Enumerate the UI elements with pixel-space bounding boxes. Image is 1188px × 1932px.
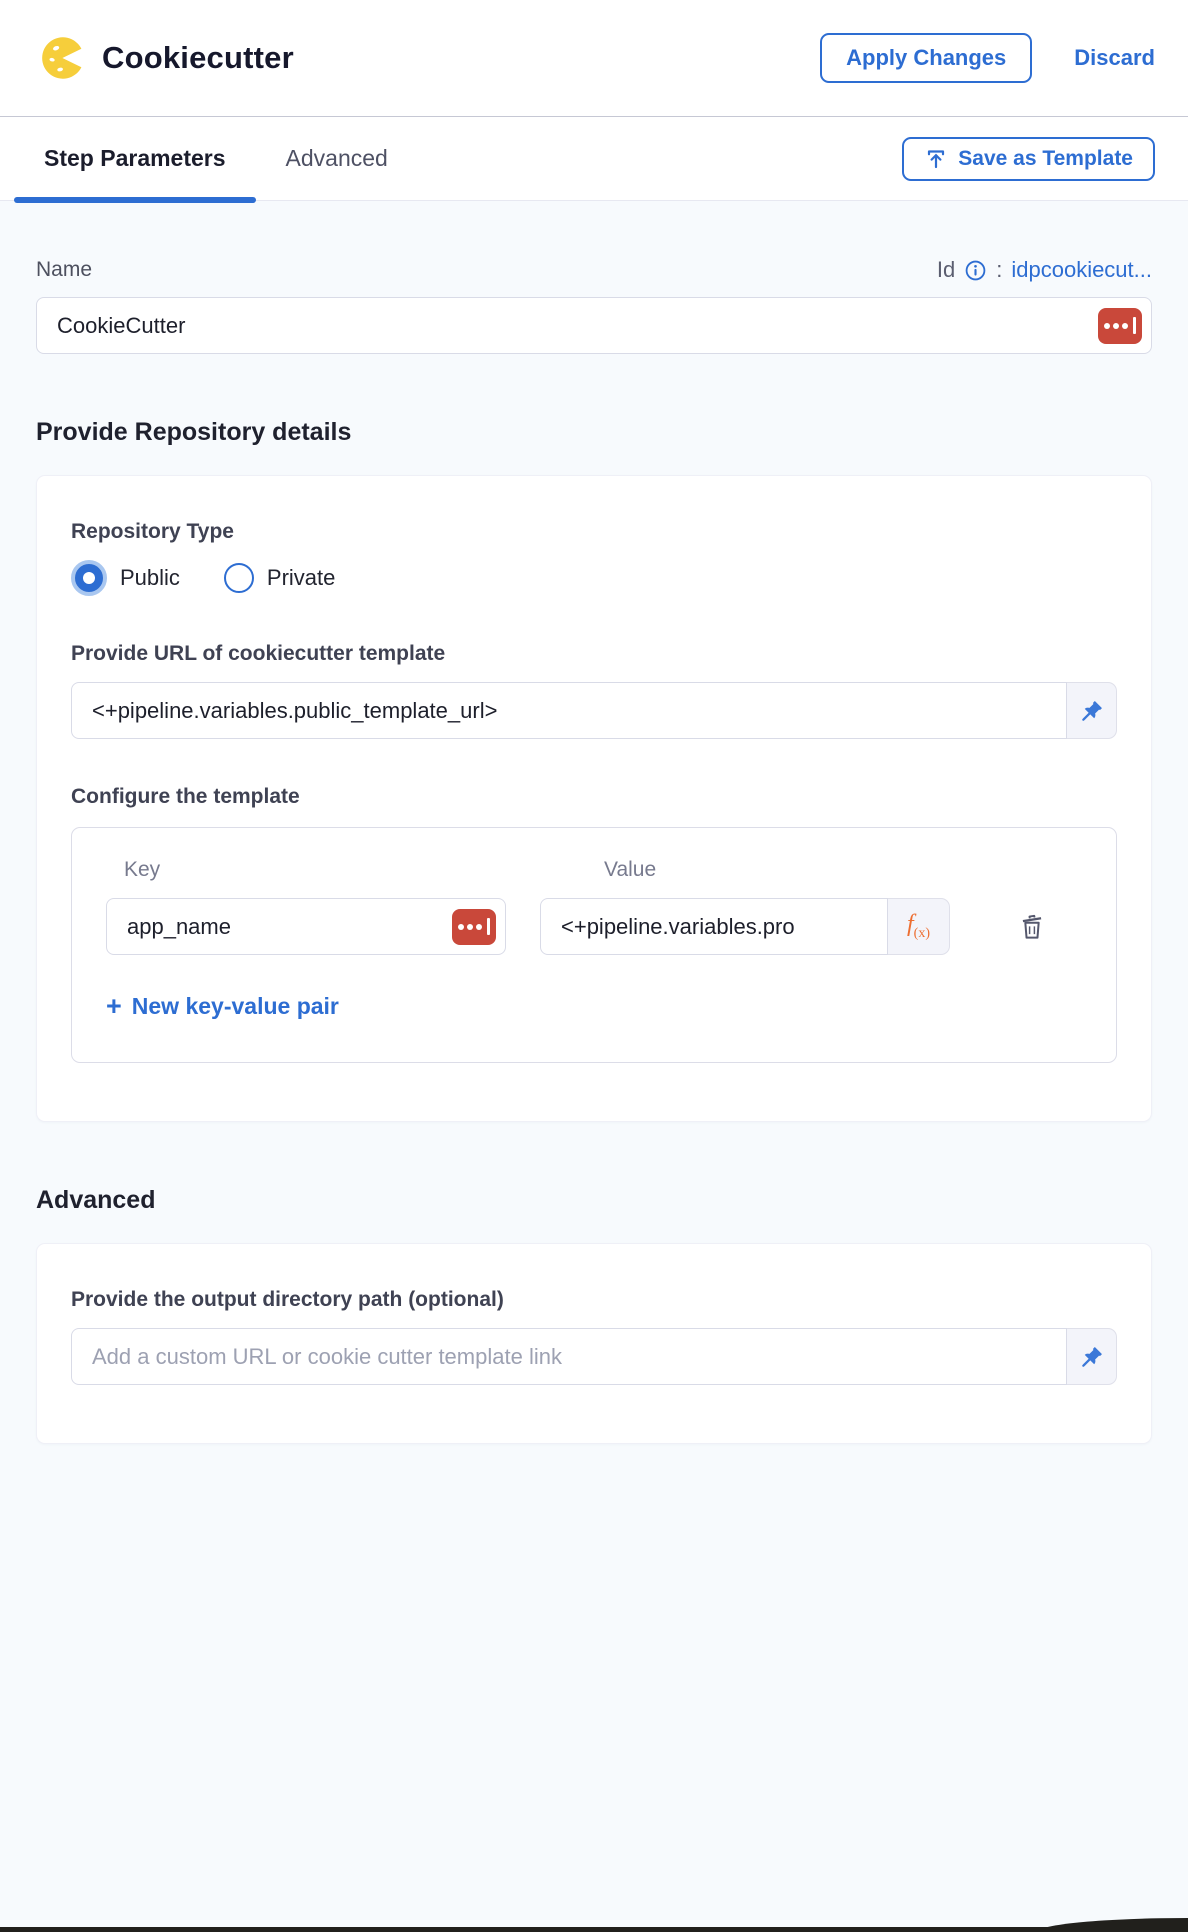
output-directory-input[interactable] (71, 1328, 1067, 1385)
configure-template-label: Configure the template (71, 785, 1117, 809)
repository-details-card: Repository Type Public Private Provide U… (36, 475, 1152, 1122)
info-icon[interactable] (964, 259, 987, 282)
template-url-input[interactable] (71, 682, 1067, 739)
id-value-link[interactable]: idpcookiecut... (1011, 257, 1152, 283)
advanced-heading: Advanced (36, 1186, 1152, 1215)
kv-value-wrap: f(x) (540, 898, 950, 955)
page-title: Cookiecutter (102, 40, 294, 76)
apply-changes-button[interactable]: Apply Changes (820, 33, 1032, 83)
header: Cookiecutter Apply Changes Discard (0, 0, 1188, 117)
upload-icon (924, 147, 948, 171)
template-url-label: Provide URL of cookiecutter template (71, 642, 1117, 666)
badge-dot (1113, 323, 1119, 329)
add-key-value-label: New key-value pair (132, 993, 339, 1020)
key-column-header: Key (106, 858, 540, 882)
tab-advanced[interactable]: Advanced (256, 117, 418, 200)
kv-key-wrap (106, 898, 506, 955)
name-row: Name Id : idpcookiecut... (36, 257, 1152, 283)
value-column-header: Value (540, 858, 656, 882)
bottom-edge (0, 1927, 1188, 1932)
id-row: Id : idpcookiecut... (937, 257, 1152, 283)
pin-value-button[interactable] (1067, 1328, 1117, 1385)
save-as-template-label: Save as Template (958, 147, 1133, 171)
name-label: Name (36, 258, 92, 282)
name-input[interactable] (36, 297, 1152, 354)
tab-bar: Step Parameters Advanced Save as Templat… (0, 117, 1188, 201)
radio-public-dot (71, 560, 107, 596)
badge-cursor (1133, 317, 1136, 334)
key-value-headers: Key Value (106, 858, 1082, 882)
fixed-value-badge[interactable] (1098, 308, 1142, 344)
kv-value-input[interactable] (540, 898, 888, 955)
badge-dot (476, 924, 482, 930)
trash-icon (1016, 911, 1048, 943)
fixed-value-badge[interactable] (452, 909, 496, 945)
template-url-group (71, 682, 1117, 739)
delete-row-button[interactable] (1016, 911, 1048, 943)
advanced-card: Provide the output directory path (optio… (36, 1243, 1152, 1444)
repository-details-heading: Provide Repository details (36, 418, 1152, 447)
name-input-wrap (36, 297, 1152, 354)
step-parameters-content: Name Id : idpcookiecut... Pro (0, 257, 1188, 1444)
radio-public[interactable]: Public (71, 560, 180, 596)
badge-dot (1122, 323, 1128, 329)
key-value-box: Key Value (71, 827, 1117, 1063)
add-key-value-button[interactable]: + New key-value pair (106, 993, 339, 1020)
save-as-template-button[interactable]: Save as Template (902, 137, 1155, 181)
kv-key-input[interactable] (106, 898, 506, 955)
output-directory-label: Provide the output directory path (optio… (71, 1288, 1117, 1312)
badge-cursor (487, 918, 490, 935)
radio-private-dot (224, 563, 254, 593)
badge-dot (458, 924, 464, 930)
step-config-panel: Cookiecutter Apply Changes Discard Step … (0, 0, 1188, 1932)
output-directory-group (71, 1328, 1117, 1385)
discard-button[interactable]: Discard (1074, 45, 1155, 71)
key-value-row: f(x) (106, 898, 1082, 955)
tab-step-parameters[interactable]: Step Parameters (14, 117, 256, 200)
id-label: Id (937, 257, 955, 283)
cookie-icon (40, 35, 86, 81)
expression-button[interactable]: f(x) (888, 898, 950, 955)
badge-dot (467, 924, 473, 930)
fx-icon: f(x) (907, 911, 930, 942)
pin-icon (1079, 698, 1105, 724)
plus-icon: + (106, 993, 122, 1020)
radio-public-label: Public (120, 565, 180, 591)
radio-private-label: Private (267, 565, 335, 591)
pin-icon (1079, 1344, 1105, 1370)
id-separator: : (996, 257, 1002, 283)
repository-type-radios: Public Private (71, 560, 1117, 596)
pin-value-button[interactable] (1067, 682, 1117, 739)
repository-type-label: Repository Type (71, 520, 1117, 544)
radio-private[interactable]: Private (224, 563, 335, 593)
badge-dot (1104, 323, 1110, 329)
